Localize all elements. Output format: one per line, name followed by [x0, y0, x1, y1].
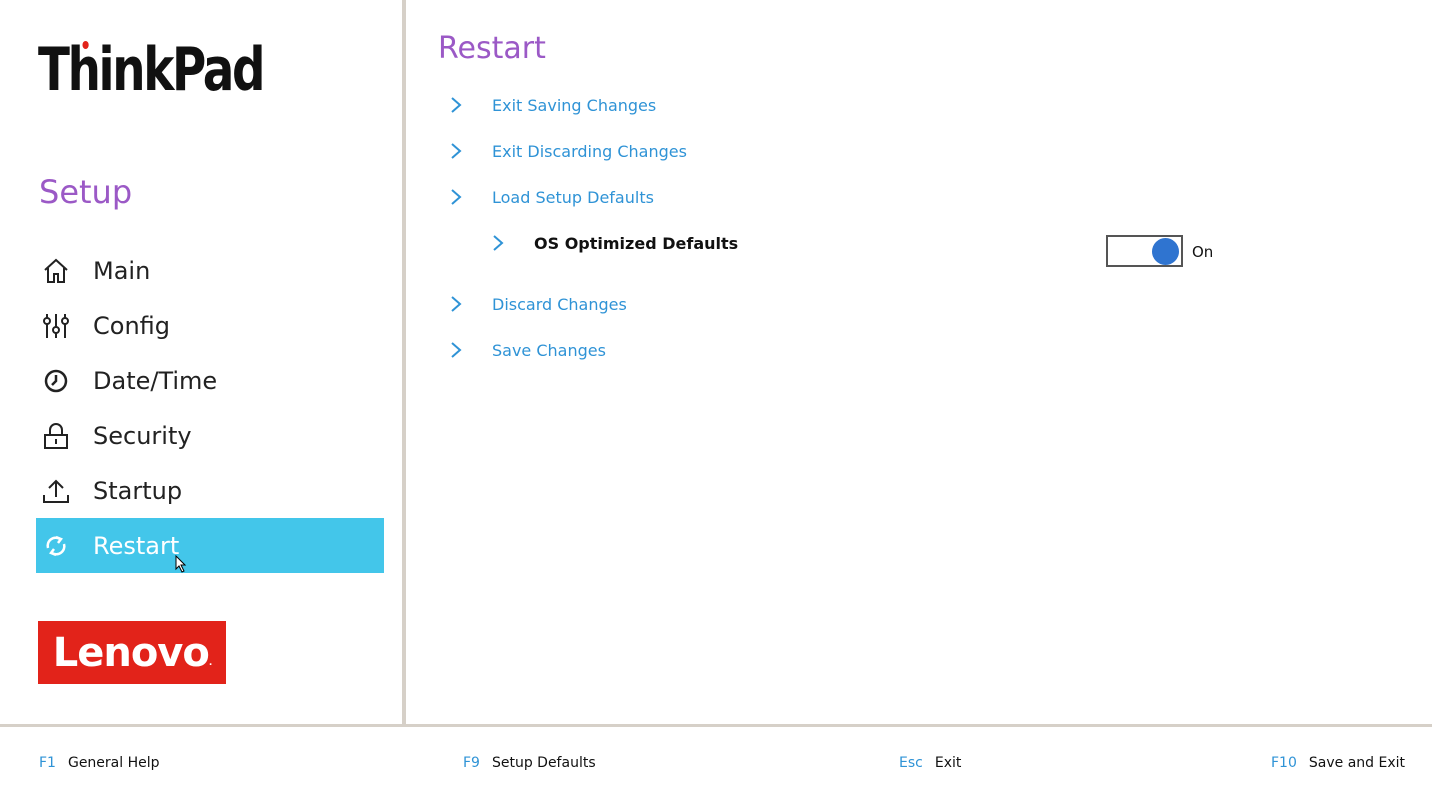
footer-f1-help[interactable]: F1 General Help	[39, 755, 160, 771]
os-optimized-defaults-item[interactable]: OS Optimized Defaults	[488, 233, 738, 253]
chevron-right-icon	[451, 189, 462, 205]
menu-item-label: OS Optimized Defaults	[534, 233, 739, 253]
footer-key-desc: General Help	[67, 755, 160, 771]
footer-key-desc: Save and Exit	[1308, 755, 1405, 771]
exit-saving-changes-item[interactable]: Exit Saving Changes	[446, 95, 656, 115]
footer-f10-save-exit[interactable]: F10 Save and Exit	[1271, 755, 1405, 771]
sidebar-item-label: Startup	[93, 476, 183, 505]
mouse-cursor-icon	[175, 555, 187, 573]
footer-f9-setup-defaults[interactable]: F9 Setup Defaults	[463, 755, 596, 771]
vertical-divider	[402, 0, 406, 727]
lenovo-logo: Lenovo.	[38, 621, 226, 684]
sidebar-item-config[interactable]: Config	[36, 298, 384, 353]
brand-text: ThinkPad	[38, 35, 265, 105]
lock-icon	[42, 421, 86, 451]
sidebar-item-label: Date/Time	[93, 366, 218, 395]
menu-item-label: Save Changes	[492, 340, 606, 360]
sidebar-item-main[interactable]: Main	[36, 243, 384, 298]
footer-key: F10	[1271, 755, 1297, 771]
toggle-knob	[1152, 238, 1179, 265]
sidebar-item-date-time[interactable]: Date/Time	[36, 353, 384, 408]
os-optimized-defaults-toggle[interactable]	[1106, 235, 1183, 267]
clock-icon	[42, 366, 86, 396]
sidebar-item-startup[interactable]: Startup	[36, 463, 384, 518]
footer-key: F1	[39, 755, 56, 771]
chevron-right-icon	[493, 235, 504, 251]
toggle-state-label: On	[1192, 243, 1214, 261]
sidebar-item-label: Security	[93, 421, 192, 450]
page-title: Restart	[438, 31, 546, 66]
footer-key: Esc	[899, 755, 923, 771]
refresh-icon	[42, 531, 86, 561]
logo-red-dot	[82, 41, 89, 49]
upload-icon	[42, 476, 86, 506]
sidebar-item-label: Config	[93, 311, 171, 340]
sidebar-item-security[interactable]: Security	[36, 408, 384, 463]
home-icon	[42, 256, 86, 286]
chevron-right-icon	[451, 296, 462, 312]
sidebar-item-label: Main	[93, 256, 151, 285]
footer-key: F9	[463, 755, 480, 771]
footer-key-desc: Exit	[934, 755, 962, 771]
thinkpad-logo: ThinkPad	[38, 30, 265, 110]
sidebar: ThinkPad Setup Main Config Date/Time Sec…	[0, 0, 402, 725]
footer-key-desc: Setup Defaults	[491, 755, 596, 771]
exit-discarding-changes-item[interactable]: Exit Discarding Changes	[446, 141, 687, 161]
chevron-right-icon	[451, 342, 462, 358]
load-setup-defaults-item[interactable]: Load Setup Defaults	[446, 187, 654, 207]
chevron-right-icon	[451, 143, 462, 159]
lenovo-logo-text: Lenovo	[52, 629, 210, 676]
horizontal-divider	[0, 724, 1432, 727]
sidebar-item-restart[interactable]: Restart	[36, 518, 384, 573]
sliders-icon	[42, 311, 86, 341]
discard-changes-item[interactable]: Discard Changes	[446, 294, 627, 314]
sidebar-item-label: Restart	[93, 531, 180, 560]
menu-item-label: Exit Saving Changes	[492, 95, 657, 115]
chevron-right-icon	[451, 97, 462, 113]
setup-title: Setup	[39, 173, 133, 211]
menu-item-label: Exit Discarding Changes	[492, 141, 687, 161]
sidebar-nav: Main Config Date/Time Security Startup R…	[36, 243, 384, 573]
menu-item-label: Discard Changes	[492, 294, 627, 314]
menu-item-label: Load Setup Defaults	[492, 187, 654, 207]
save-changes-item[interactable]: Save Changes	[446, 340, 606, 360]
footer-esc-exit[interactable]: Esc Exit	[899, 755, 961, 771]
